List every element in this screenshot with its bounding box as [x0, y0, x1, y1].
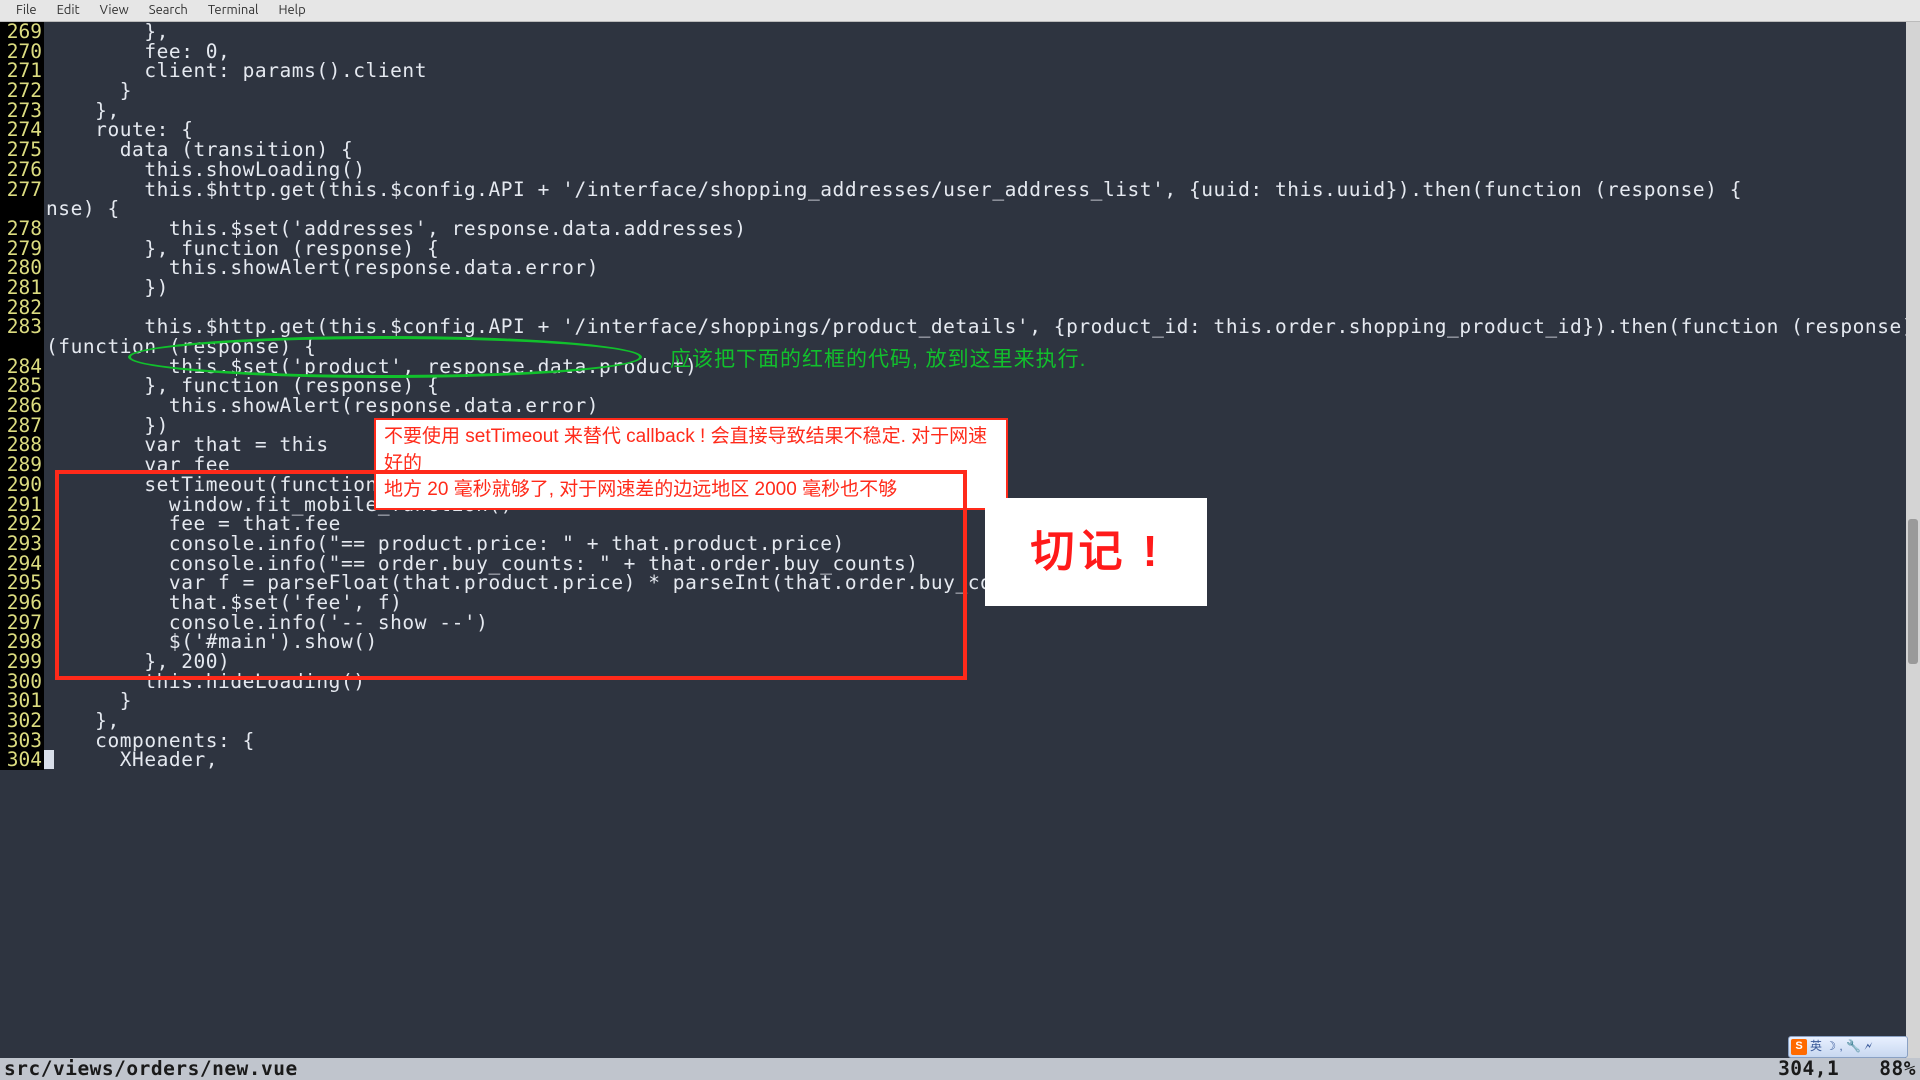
- ime-toolbar[interactable]: S 英 ☽ , 🔧 🗲: [1788, 1036, 1908, 1058]
- code-text: (function (response) {: [44, 337, 316, 357]
- line-number: 272: [0, 81, 44, 101]
- scrollbar-thumb[interactable]: [1908, 519, 1918, 664]
- editor-line[interactable]: 273 },: [0, 101, 1920, 121]
- code-text: XHeader,: [44, 750, 218, 770]
- line-number: 302: [0, 711, 44, 731]
- code-text: var f = parseFloat(that.product.price) *…: [44, 573, 1054, 593]
- editor-line[interactable]: 276 this.showLoading(): [0, 160, 1920, 180]
- code-text: data (transition) {: [44, 140, 353, 160]
- statusbar: src/views/orders/new.vue 304,1 88%: [0, 1058, 1920, 1080]
- line-number: 290: [0, 475, 44, 495]
- line-number: 275: [0, 140, 44, 160]
- code-text: this.showAlert(response.data.error): [44, 258, 599, 278]
- editor-line-wrap[interactable]: (function (response) {: [0, 337, 1920, 357]
- line-number: [0, 199, 44, 219]
- line-number: 269: [0, 22, 44, 42]
- menu-help[interactable]: Help: [268, 0, 315, 22]
- line-number: 276: [0, 160, 44, 180]
- code-text: fee = that.fee: [44, 514, 341, 534]
- menu-search[interactable]: Search: [139, 0, 198, 22]
- vertical-scrollbar[interactable]: [1906, 22, 1920, 1058]
- code-text: console.info("== product.price: " + that…: [44, 534, 845, 554]
- editor-line[interactable]: 300 this.hideLoading(): [0, 672, 1920, 692]
- code-text: this.showLoading(): [44, 160, 366, 180]
- line-number: 281: [0, 278, 44, 298]
- editor-line[interactable]: 271 client: params().client: [0, 61, 1920, 81]
- editor-line[interactable]: 281 }): [0, 278, 1920, 298]
- editor-line[interactable]: 293 console.info("== product.price: " + …: [0, 534, 1920, 554]
- line-number: 277: [0, 180, 44, 200]
- editor-line[interactable]: 303 components: {: [0, 731, 1920, 751]
- code-text: that.$set('fee', f): [44, 593, 402, 613]
- statusbar-position: 304,1: [1778, 1059, 1839, 1079]
- editor-line-wrap[interactable]: nse) {: [0, 199, 1920, 219]
- editor-line[interactable]: 298 $('#main').show(): [0, 632, 1920, 652]
- menu-terminal[interactable]: Terminal: [198, 0, 269, 22]
- editor-line[interactable]: 301 }: [0, 691, 1920, 711]
- code-text: this.$http.get(this.$config.API + '/inte…: [44, 180, 1742, 200]
- line-number: 293: [0, 534, 44, 554]
- line-number: 286: [0, 396, 44, 416]
- editor-line[interactable]: 272 }: [0, 81, 1920, 101]
- editor-line[interactable]: 289 var fee: [0, 455, 1920, 475]
- code-text: }: [44, 81, 132, 101]
- line-number: 295: [0, 573, 44, 593]
- editor-viewport[interactable]: 269 },270 fee: 0,271 client: params().cl…: [0, 22, 1920, 1058]
- editor-line[interactable]: 275 data (transition) {: [0, 140, 1920, 160]
- editor-line[interactable]: 277 this.$http.get(this.$config.API + '/…: [0, 180, 1920, 200]
- editor-line[interactable]: 295 var f = parseFloat(that.product.pric…: [0, 573, 1920, 593]
- code-text: this.showAlert(response.data.error): [44, 396, 599, 416]
- ime-logo-icon: S: [1791, 1039, 1807, 1055]
- editor-line[interactable]: 269 },: [0, 22, 1920, 42]
- code-text: },: [44, 22, 169, 42]
- code-text: setTimeout(function () {: [44, 475, 439, 495]
- editor-line[interactable]: 280 this.showAlert(response.data.error): [0, 258, 1920, 278]
- line-number: 296: [0, 593, 44, 613]
- editor-line[interactable]: 288 var that = this: [0, 435, 1920, 455]
- line-number: 283: [0, 317, 44, 337]
- editor-line[interactable]: 278 this.$set('addresses', response.data…: [0, 219, 1920, 239]
- editor-line[interactable]: 304 XHeader,: [0, 750, 1920, 770]
- menubar[interactable]: File Edit View Search Terminal Help: [0, 0, 1920, 22]
- editor-line[interactable]: 292 fee = that.fee: [0, 514, 1920, 534]
- code-text: var fee: [44, 455, 230, 475]
- code-text: }): [44, 278, 169, 298]
- code-text: }, 200): [44, 652, 230, 672]
- editor-line[interactable]: 286 this.showAlert(response.data.error): [0, 396, 1920, 416]
- line-number: 304: [0, 750, 44, 770]
- code-text: nse) {: [44, 199, 120, 219]
- ime-status-text: 英 ☽ , 🔧 🗲: [1810, 1037, 1872, 1057]
- editor-line[interactable]: 290 setTimeout(function () {: [0, 475, 1920, 495]
- editor-line[interactable]: 296 that.$set('fee', f): [0, 593, 1920, 613]
- menu-view[interactable]: View: [90, 0, 139, 22]
- code-text: this.$set('addresses', response.data.add…: [44, 219, 747, 239]
- menu-file[interactable]: File: [6, 0, 47, 22]
- line-number: [0, 337, 44, 357]
- editor-line[interactable]: 299 }, 200): [0, 652, 1920, 672]
- editor-line[interactable]: 302 },: [0, 711, 1920, 731]
- line-number: 278: [0, 219, 44, 239]
- code-text: this.$http.get(this.$config.API + '/inte…: [44, 317, 1920, 337]
- line-number: 289: [0, 455, 44, 475]
- line-number: 280: [0, 258, 44, 278]
- statusbar-scroll: 88%: [1879, 1059, 1916, 1079]
- menu-edit[interactable]: Edit: [47, 0, 90, 22]
- code-text: },: [44, 711, 120, 731]
- statusbar-file: src/views/orders/new.vue: [4, 1059, 298, 1079]
- line-number: 299: [0, 652, 44, 672]
- line-number: 292: [0, 514, 44, 534]
